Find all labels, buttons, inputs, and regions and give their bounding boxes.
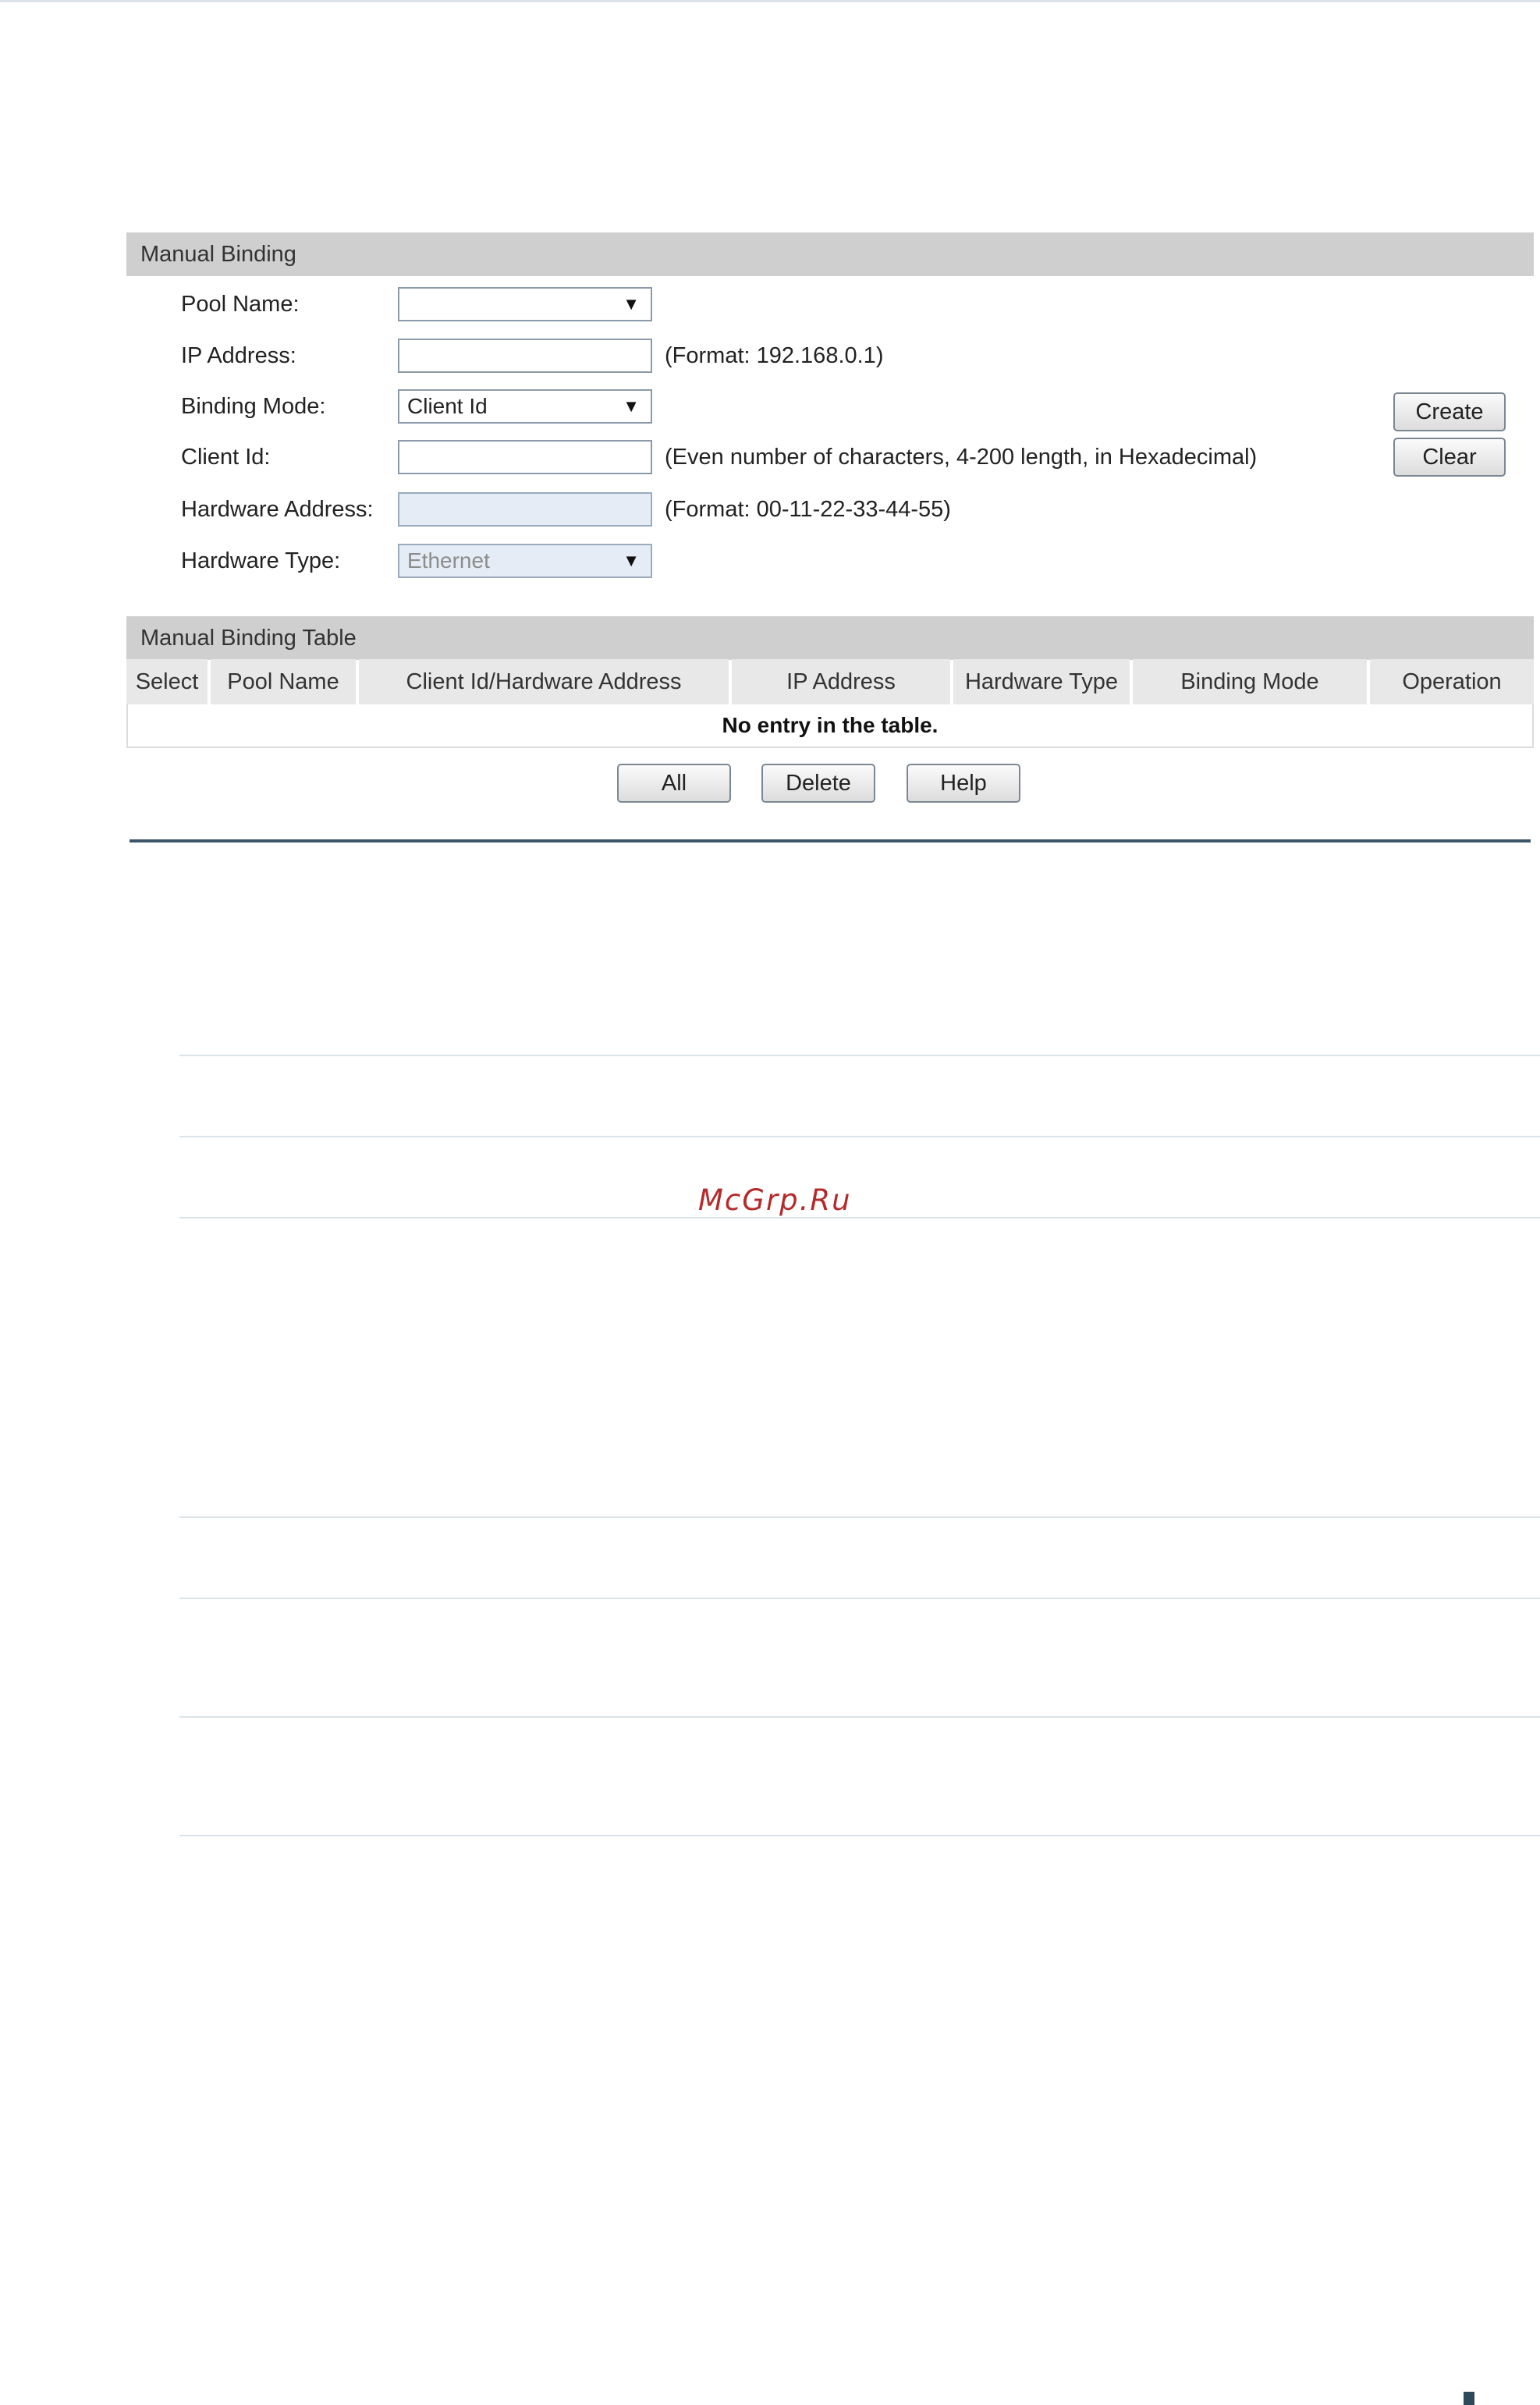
hardware-type-select[interactable]: Ethernet ▼ <box>398 544 652 578</box>
client-id-label: Client Id: <box>181 445 271 470</box>
column-ip-address: IP Address <box>732 659 950 704</box>
rule-line <box>179 1136 1540 1137</box>
clear-button[interactable]: Clear <box>1393 438 1506 477</box>
pool-name-select[interactable]: ▼ <box>398 287 652 321</box>
rule-line <box>179 1598 1540 1599</box>
rule-line <box>179 1217 1540 1218</box>
chevron-down-icon: ▼ <box>623 294 640 314</box>
create-button[interactable]: Create <box>1393 392 1506 431</box>
column-pool-name: Pool Name <box>211 659 356 704</box>
section-divider <box>130 839 1531 842</box>
hardware-type-value: Ethernet <box>407 548 490 573</box>
rule-line <box>179 1516 1540 1518</box>
column-hardware-type: Hardware Type <box>953 659 1130 704</box>
rule-line <box>179 1835 1540 1836</box>
binding-mode-label: Binding Mode: <box>181 394 326 419</box>
delete-button[interactable]: Delete <box>761 764 875 803</box>
column-binding-mode: Binding Mode <box>1133 659 1367 704</box>
hardware-address-hint: (Format: 00-11-22-33-44-55) <box>665 497 951 522</box>
rule-line <box>179 1716 1540 1718</box>
manual-binding-header: Manual Binding <box>126 232 1534 276</box>
hardware-address-input[interactable] <box>398 492 652 527</box>
binding-mode-select[interactable]: Client Id ▼ <box>398 389 652 424</box>
column-client-id-hardware-address: Client Id/Hardware Address <box>359 659 729 704</box>
ip-address-hint: (Format: 192.168.0.1) <box>665 343 884 368</box>
client-id-input[interactable] <box>398 440 652 474</box>
binding-table-header: Manual Binding Table <box>126 616 1534 660</box>
column-select: Select <box>126 659 208 704</box>
hardware-type-label: Hardware Type: <box>181 548 341 573</box>
chevron-down-icon: ▼ <box>623 396 640 416</box>
top-border <box>0 0 1540 2</box>
select-all-button[interactable]: All <box>617 764 731 803</box>
hardware-address-label: Hardware Address: <box>181 497 374 522</box>
ip-address-label: IP Address: <box>181 343 296 368</box>
binding-mode-value: Client Id <box>407 394 488 418</box>
ip-address-input[interactable] <box>398 339 652 373</box>
binding-table-columns: Select Pool Name Client Id/Hardware Addr… <box>126 659 1534 704</box>
help-button[interactable]: Help <box>907 764 1020 803</box>
pool-name-label: Pool Name: <box>181 292 300 317</box>
rule-line <box>179 1055 1540 1056</box>
table-empty-message: No entry in the table. <box>126 704 1534 748</box>
chevron-down-icon: ▼ <box>623 551 640 570</box>
client-id-hint: (Even number of characters, 4-200 length… <box>665 445 1258 470</box>
watermark: McGrp.Ru <box>698 1183 852 1217</box>
page-corner-mark <box>1464 2392 1474 2405</box>
column-operation: Operation <box>1370 659 1534 704</box>
